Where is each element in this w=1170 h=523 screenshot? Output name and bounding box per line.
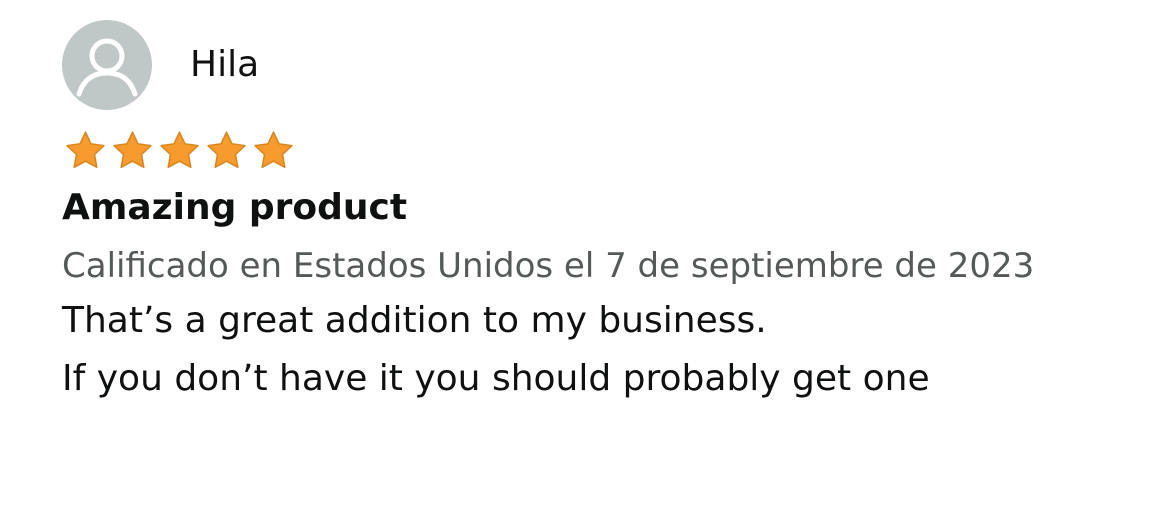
review-body: That’s a great addition to my business. … xyxy=(62,292,1122,408)
star-icon xyxy=(66,131,105,169)
review-title[interactable]: Amazing product xyxy=(62,182,1122,234)
star-icon xyxy=(113,131,152,169)
review-body-line: If you don’t have it you should probably… xyxy=(62,358,930,399)
review-body-line: That’s a great addition to my business. xyxy=(62,300,767,341)
review-card: Hila Amazing product Calificado en Estad… xyxy=(62,20,1122,408)
reviewer-profile[interactable]: Hila xyxy=(62,20,1122,110)
star-icon xyxy=(160,131,199,169)
user-silhouette-icon xyxy=(76,38,138,97)
review-date-location: Calificado en Estados Unidos el 7 de sep… xyxy=(62,246,1035,286)
star-rating[interactable] xyxy=(62,128,1122,174)
avatar xyxy=(62,20,152,110)
star-icon xyxy=(207,131,246,169)
star-icon xyxy=(254,131,293,169)
reviewer-name[interactable]: Hila xyxy=(190,44,259,86)
